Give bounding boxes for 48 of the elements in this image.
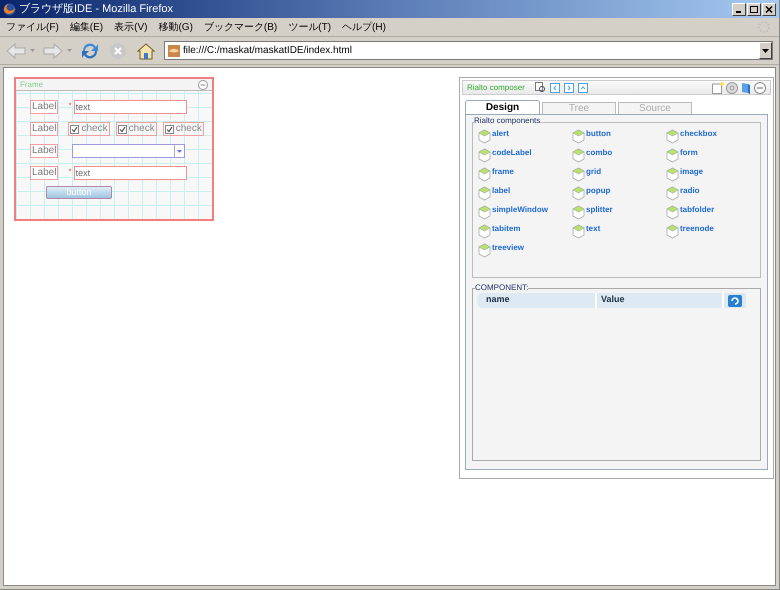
component-item[interactable]: popup bbox=[572, 186, 666, 201]
checkbox-widget[interactable]: check bbox=[116, 122, 157, 136]
text-field[interactable]: text bbox=[74, 100, 187, 114]
url-text: file:///C:/maskat/maskatIDE/index.html bbox=[183, 44, 352, 58]
address-bar[interactable]: file:///C:/maskat/maskatIDE/index.html bbox=[164, 41, 773, 60]
menu-item[interactable]: 表示(V) bbox=[114, 20, 148, 34]
component-item[interactable]: form bbox=[666, 148, 760, 163]
component-item[interactable]: simpleWindow bbox=[478, 205, 572, 220]
group-title: Rialto components bbox=[474, 116, 540, 125]
component-item[interactable]: checkbox bbox=[666, 129, 760, 144]
component-item[interactable]: codeLabel bbox=[478, 148, 572, 163]
menu-item[interactable]: ツール(T) bbox=[288, 20, 332, 34]
component-item[interactable]: text bbox=[572, 224, 666, 239]
component-item[interactable]: splitter bbox=[572, 205, 666, 220]
property-title: COMPONENT: bbox=[475, 283, 528, 292]
window-title: ブラウザ版IDE - Mozilla Firefox bbox=[19, 2, 174, 17]
column-header: Value bbox=[597, 293, 724, 308]
required-mark: * bbox=[68, 100, 72, 112]
component-item[interactable]: tabitem bbox=[478, 224, 572, 239]
composer-title: Rialto composer bbox=[467, 82, 525, 94]
label-widget: Label bbox=[30, 100, 58, 114]
text-field[interactable]: text bbox=[74, 166, 187, 180]
menu-item[interactable]: ブックマーク(B) bbox=[204, 20, 278, 34]
label-widget: Label bbox=[30, 144, 58, 158]
checkbox-widget[interactable]: check bbox=[162, 122, 204, 136]
component-item[interactable]: combo bbox=[572, 148, 666, 163]
component-item[interactable]: treeview bbox=[478, 243, 572, 258]
component-item[interactable]: button bbox=[572, 129, 666, 144]
frame-title: Frame bbox=[20, 78, 44, 90]
component-item[interactable]: alert bbox=[478, 129, 572, 144]
component-item[interactable]: grid bbox=[572, 167, 666, 182]
menu-item[interactable]: ファイル(F) bbox=[6, 20, 59, 34]
column-header: name bbox=[477, 293, 597, 308]
checkbox-widget[interactable]: check bbox=[68, 122, 110, 136]
component-item[interactable]: treenode bbox=[666, 224, 760, 239]
component-item[interactable]: image bbox=[666, 167, 760, 182]
label-widget: Label bbox=[30, 122, 58, 136]
component-item[interactable]: tabfolder bbox=[666, 205, 760, 220]
menu-item[interactable]: ヘルプ(H) bbox=[342, 20, 386, 34]
menu-item[interactable]: 編集(E) bbox=[70, 20, 104, 34]
required-mark: * bbox=[68, 166, 72, 178]
component-item[interactable]: frame bbox=[478, 167, 572, 182]
component-item[interactable]: label bbox=[478, 186, 572, 201]
frame-widget[interactable]: Frame Label * text Label check check check Label Label * text button bbox=[14, 77, 214, 221]
label-widget: Label bbox=[30, 166, 58, 180]
menu-item[interactable]: 移動(G) bbox=[158, 20, 193, 34]
component-item[interactable]: radio bbox=[666, 186, 760, 201]
tab[interactable]: Design bbox=[465, 100, 540, 114]
